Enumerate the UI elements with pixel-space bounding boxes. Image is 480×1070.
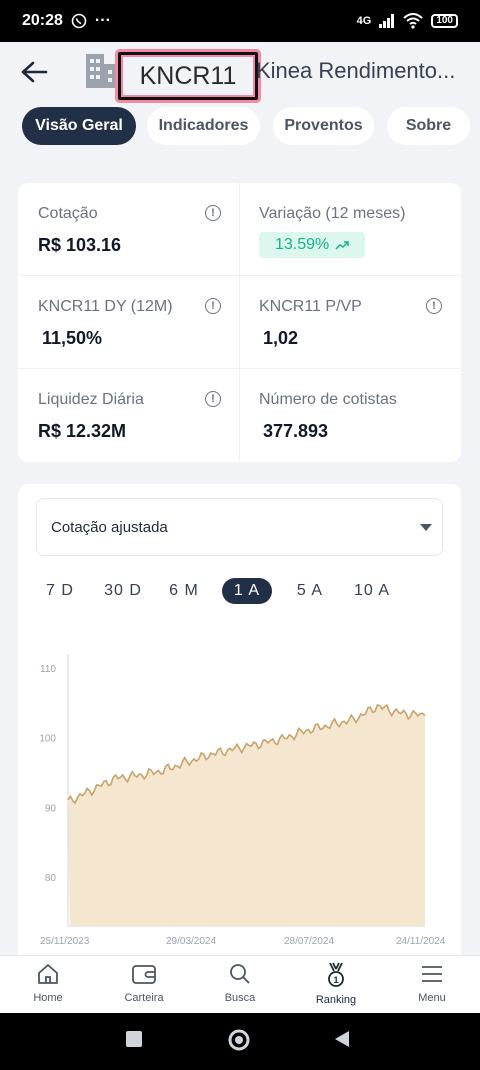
indicator-value: 377.893 xyxy=(263,421,329,441)
medal-icon: 1 xyxy=(328,962,344,987)
x-tick-label: 25/11/2023 xyxy=(40,936,90,947)
indicator-label: Liquidez Diária xyxy=(38,391,144,408)
tab-visao-geral[interactable]: Visão Geral xyxy=(22,107,136,145)
price-chart: 80 90 100 110 25/11/2023 29/03/2024 28/07/2024… xyxy=(39,654,446,947)
y-tick-label: 110 xyxy=(40,664,56,675)
svg-text:1: 1 xyxy=(333,975,338,985)
tab-sobre[interactable]: Sobre xyxy=(387,107,470,145)
indicator-value: R$ 12.32M xyxy=(38,421,127,441)
status-time: 20:28 xyxy=(22,12,63,29)
info-icon[interactable]: ! xyxy=(205,298,221,314)
indicator-value: R$ 103.16 xyxy=(38,235,122,255)
y-tick-label: 80 xyxy=(45,873,57,884)
indicator-label: KNCR11 DY (12M) xyxy=(38,298,173,315)
whatsapp-icon xyxy=(71,13,87,29)
chevron-down-icon xyxy=(420,524,432,531)
tab-proventos[interactable]: Proventos xyxy=(273,107,374,145)
select-value: Cotação ajustada xyxy=(51,518,168,536)
indicator-label: KNCR11 P/VP xyxy=(259,298,362,315)
nav-carteira[interactable]: Carteira xyxy=(96,962,192,1004)
search-icon xyxy=(230,964,250,984)
chart-type-select[interactable]: Cotação ajustada xyxy=(36,498,443,556)
info-icon[interactable]: ! xyxy=(205,391,221,407)
status-dots: ··· xyxy=(94,12,111,29)
indicator-value: 11,50% xyxy=(42,328,103,348)
range-10a[interactable]: 10 A xyxy=(346,578,398,604)
signal-icon xyxy=(379,14,395,28)
nav-label: Home xyxy=(33,992,63,1004)
nav-label: Menu xyxy=(418,992,446,1004)
nav-label: Ranking xyxy=(315,994,357,1006)
indicator-variacao: Variação (12 meses) 13.59% xyxy=(239,183,460,276)
x-tick-label: 24/11/2024 xyxy=(396,936,446,947)
battery-icon: 100 xyxy=(431,14,458,28)
range-1a[interactable]: 1 A xyxy=(222,578,272,604)
nav-ranking[interactable]: 1 Ranking xyxy=(288,962,384,1006)
fund-name: Kinea Rendimento... xyxy=(256,58,456,83)
trending-up-icon xyxy=(335,241,350,250)
back-button[interactable] xyxy=(18,56,50,88)
status-bar: 20:28 ··· 4G 100 xyxy=(0,0,480,42)
area-fill xyxy=(68,705,425,926)
tab-indicadores[interactable]: Indicadores xyxy=(147,107,260,145)
app-header: KNCR11 Kinea Rendimento... xyxy=(0,42,480,102)
nav-label: Busca xyxy=(224,992,256,1004)
back-triangle-icon[interactable] xyxy=(333,1029,351,1049)
y-tick-label: 100 xyxy=(39,734,56,745)
indicator-dy: KNCR11 DY (12M) 11,50% ! xyxy=(18,276,239,369)
home-icon xyxy=(38,964,58,984)
nav-label: Carteira xyxy=(124,992,164,1004)
arrow-left-icon xyxy=(21,61,48,83)
nav-home[interactable]: Home xyxy=(0,962,96,1004)
range-6m[interactable]: 6 M xyxy=(162,578,206,604)
indicator-cotistas: Número de cotistas 377.893 xyxy=(239,369,460,462)
wifi-icon xyxy=(403,13,423,29)
y-tick-label: 90 xyxy=(45,803,57,814)
indicator-label: Variação (12 meses) xyxy=(259,205,406,222)
indicator-value: 13.59% xyxy=(275,236,330,253)
ticker-title: KNCR11 xyxy=(118,52,258,100)
indicator-pvp: KNCR11 P/VP 1,02 ! xyxy=(239,276,460,369)
info-icon[interactable]: ! xyxy=(205,205,221,221)
info-icon[interactable]: ! xyxy=(426,298,442,314)
chart-card: Cotação ajustada 7 D 30 D 6 M 1 A 5 A 10… xyxy=(18,484,461,964)
nav-menu[interactable]: Menu xyxy=(384,962,480,1004)
tab-bar: Visão Geral Indicadores Proventos Sobre xyxy=(0,105,480,147)
bottom-nav: Home Carteira Busca 1 Ranking Menu xyxy=(0,955,480,1013)
system-navigation-bar xyxy=(0,1013,480,1070)
building-icon xyxy=(86,54,118,88)
home-circle-icon[interactable] xyxy=(227,1028,251,1052)
range-7d[interactable]: 7 D xyxy=(36,578,84,604)
nav-busca[interactable]: Busca xyxy=(192,962,288,1004)
variation-badge: 13.59% xyxy=(259,232,366,258)
indicator-cotacao: Cotação R$ 103.16 ! xyxy=(18,183,239,276)
recent-apps-icon[interactable] xyxy=(124,1029,144,1049)
range-5a[interactable]: 5 A xyxy=(288,578,332,604)
network-label: 4G xyxy=(356,15,372,27)
wallet-icon xyxy=(132,965,156,984)
x-tick-label: 28/07/2024 xyxy=(284,936,334,947)
indicator-label: Cotação xyxy=(38,205,98,222)
indicator-liquidez: Liquidez Diária R$ 12.32M ! xyxy=(18,369,239,462)
x-tick-label: 29/03/2024 xyxy=(166,936,216,947)
menu-icon xyxy=(422,966,442,982)
indicator-value: 1,02 xyxy=(263,328,299,348)
indicators-card: Cotação R$ 103.16 ! Variação (12 meses) … xyxy=(18,183,461,462)
indicator-label: Número de cotistas xyxy=(259,391,397,408)
range-30d[interactable]: 30 D xyxy=(98,578,148,604)
